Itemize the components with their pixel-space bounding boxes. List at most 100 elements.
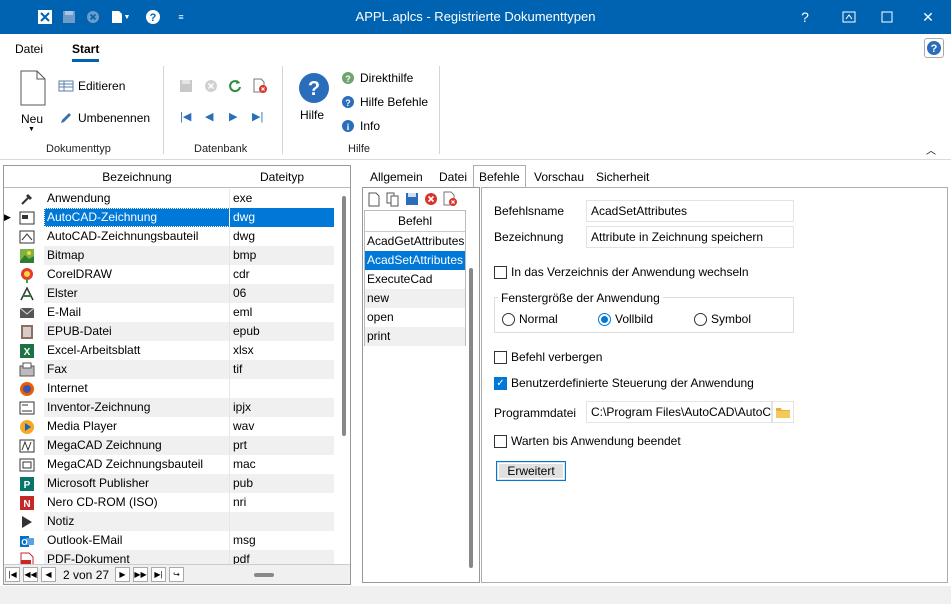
commands-scrollbar[interactable] (469, 268, 473, 568)
save-command-icon[interactable] (404, 191, 420, 207)
list-item[interactable]: ExecuteCad (365, 270, 465, 289)
browse-button[interactable] (772, 401, 794, 423)
cell-dateityp[interactable]: wav (230, 417, 334, 436)
list-item[interactable]: AcadGetAttributes (365, 232, 465, 251)
copy-command-icon[interactable] (385, 191, 401, 207)
cell-dateityp[interactable]: 06 (230, 284, 334, 303)
tab-allgemein[interactable]: Allgemein (365, 168, 428, 188)
table-row[interactable]: EPUB-Datei epub (4, 322, 334, 341)
cell-dateityp[interactable]: bmp (230, 246, 334, 265)
cell-bezeichnung[interactable]: AutoCAD-Zeichnungsbauteil (44, 227, 230, 246)
nav-next-icon[interactable]: ▶ (115, 567, 130, 582)
cell-bezeichnung[interactable]: CorelDRAW (44, 265, 230, 284)
rename-button[interactable]: Umbenennen (58, 110, 150, 126)
chk-wait-for-app[interactable]: Warten bis Anwendung beendet (494, 434, 681, 448)
table-row[interactable]: ▶ AutoCAD-Zeichnung dwg (4, 208, 334, 227)
next-record-icon[interactable]: ▶ (229, 110, 237, 123)
edit-button[interactable]: Editieren (58, 78, 125, 94)
cell-dateityp[interactable]: dwg (230, 208, 334, 227)
nav-prev-icon[interactable]: ◀ (41, 567, 56, 582)
cell-bezeichnung[interactable]: Anwendung (44, 189, 230, 208)
table-row[interactable]: X Excel-Arbeitsblatt xlsx (4, 341, 334, 360)
nav-prev-page-icon[interactable]: ◀◀ (23, 567, 38, 582)
cell-dateityp[interactable]: eml (230, 303, 334, 322)
cell-bezeichnung[interactable]: MegaCAD Zeichnungsbauteil (44, 455, 230, 474)
table-row[interactable]: CorelDRAW cdr (4, 265, 334, 284)
cell-dateityp[interactable]: prt (230, 436, 334, 455)
horizontal-scrollbar[interactable] (254, 573, 274, 577)
table-row[interactable]: Media Player wav (4, 417, 334, 436)
cell-bezeichnung[interactable]: Microsoft Publisher (44, 474, 230, 493)
cell-dateityp[interactable]: exe (230, 189, 334, 208)
previous-record-icon[interactable]: ◀ (205, 110, 213, 123)
delete-command-icon[interactable] (423, 191, 439, 207)
tab-befehle[interactable]: Befehle (473, 165, 526, 188)
cell-bezeichnung[interactable]: Internet (44, 379, 230, 398)
cell-dateityp[interactable]: ipjx (230, 398, 334, 417)
help-window-icon[interactable]: ? (782, 0, 828, 34)
radio-vollbild[interactable]: Vollbild (598, 312, 653, 326)
cell-bezeichnung[interactable]: Outlook-EMail (44, 531, 230, 550)
chk-hide-command[interactable]: Befehl verbergen (494, 350, 602, 364)
table-row[interactable]: Fax tif (4, 360, 334, 379)
table-row[interactable]: Inventor-Zeichnung ipjx (4, 398, 334, 417)
vertical-scrollbar[interactable] (342, 196, 346, 436)
db-cancel-icon[interactable] (203, 78, 219, 94)
chk-custom-control[interactable]: ✓ Benutzerdefinierte Steuerung der Anwen… (494, 376, 754, 390)
bezeichnung-input[interactable]: Attribute in Zeichnung speichern (586, 226, 794, 248)
table-row[interactable]: O Outlook-EMail msg (4, 531, 334, 550)
cell-dateityp[interactable]: dwg (230, 227, 334, 246)
cell-bezeichnung[interactable]: EPUB-Datei (44, 322, 230, 341)
cell-bezeichnung[interactable]: Elster (44, 284, 230, 303)
programmdatei-input[interactable]: C:\Program Files\AutoCAD\AutoC (586, 401, 772, 423)
advanced-button[interactable]: Erweitert (496, 461, 566, 481)
radio-symbol[interactable]: Symbol (694, 312, 751, 326)
close-icon[interactable]: ✕ (905, 0, 951, 34)
table-row[interactable]: Bitmap bmp (4, 246, 334, 265)
cell-dateityp[interactable]: cdr (230, 265, 334, 284)
cell-bezeichnung[interactable]: Nero CD-ROM (ISO) (44, 493, 230, 512)
nav-next-page-icon[interactable]: ▶▶ (133, 567, 148, 582)
delete-document-icon[interactable] (252, 78, 268, 94)
cell-dateityp[interactable]: pub (230, 474, 334, 493)
direct-help-button[interactable]: ? Direkthilfe (340, 70, 413, 86)
nav-goto-icon[interactable]: ↪ (169, 567, 184, 582)
info-button[interactable]: i Info (340, 118, 380, 134)
table-row[interactable]: AutoCAD-Zeichnungsbauteil dwg (4, 227, 334, 246)
cell-bezeichnung[interactable]: Excel-Arbeitsblatt (44, 341, 230, 360)
tab-datei-detail[interactable]: Datei (434, 168, 472, 188)
table-row[interactable]: Elster 06 (4, 284, 334, 303)
table-row[interactable]: P Microsoft Publisher pub (4, 474, 334, 493)
cell-bezeichnung[interactable]: Fax (44, 360, 230, 379)
list-item[interactable]: open (365, 308, 465, 327)
column-header-bezeichnung[interactable]: Bezeichnung (44, 170, 230, 184)
db-save-icon[interactable] (178, 78, 194, 94)
table-row[interactable]: Internet (4, 379, 334, 398)
list-item[interactable]: print (365, 327, 465, 346)
table-row[interactable]: N Nero CD-ROM (ISO) nri (4, 493, 334, 512)
nav-first-icon[interactable]: |◀ (5, 567, 20, 582)
chk-change-directory[interactable]: In das Verzeichnis der Anwendung wechsel… (494, 265, 749, 279)
cell-bezeichnung[interactable]: Media Player (44, 417, 230, 436)
cell-dateityp[interactable] (230, 379, 334, 398)
cell-bezeichnung[interactable]: Notiz (44, 512, 230, 531)
maximize-icon[interactable] (864, 0, 910, 34)
cell-bezeichnung[interactable]: E-Mail (44, 303, 230, 322)
list-item[interactable]: AcadSetAttributes (365, 251, 465, 270)
tab-datei[interactable]: Datei (15, 42, 43, 56)
table-row[interactable]: Anwendung exe (4, 189, 334, 208)
ribbon-help-icon[interactable]: ? (924, 38, 944, 58)
cell-dateityp[interactable]: tif (230, 360, 334, 379)
befehlsname-input[interactable]: AcadSetAttributes (586, 200, 794, 222)
new-button[interactable]: Neu ▼ (16, 68, 50, 136)
tab-vorschau[interactable]: Vorschau (529, 168, 589, 188)
refresh-icon[interactable] (227, 78, 243, 94)
tab-sicherheit[interactable]: Sicherheit (591, 168, 654, 188)
table-row[interactable]: MegaCAD Zeichnungsbauteil mac (4, 455, 334, 474)
collapse-ribbon-icon[interactable]: ︿ (926, 142, 936, 157)
table-row[interactable]: E-Mail eml (4, 303, 334, 322)
help-commands-button[interactable]: ? Hilfe Befehle (340, 94, 428, 110)
cell-bezeichnung[interactable]: Bitmap (44, 246, 230, 265)
nav-last-icon[interactable]: ▶| (151, 567, 166, 582)
new-command-icon[interactable] (366, 191, 382, 207)
